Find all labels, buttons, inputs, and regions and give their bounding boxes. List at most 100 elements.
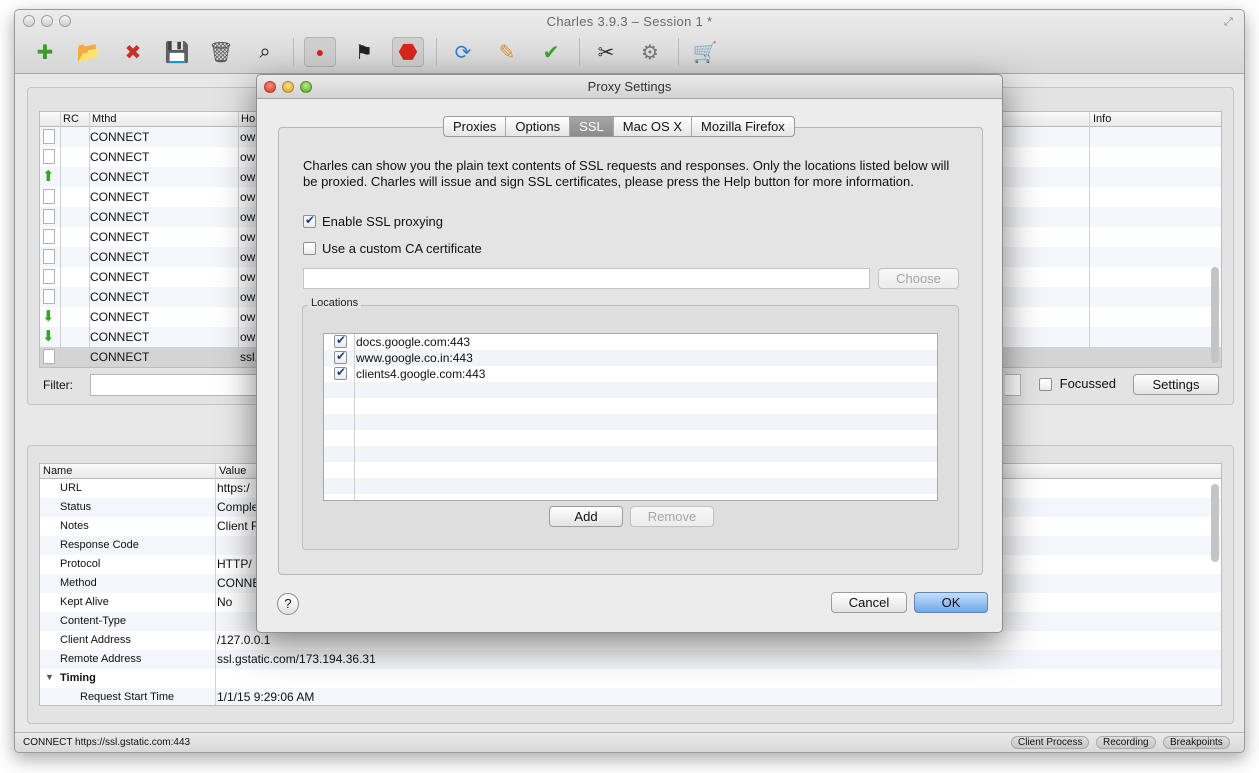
location-enabled-checkbox[interactable]	[334, 334, 347, 348]
proxy-settings-dialog: Proxy Settings Proxies Options SSL Mac O…	[256, 74, 1003, 633]
focussed-option[interactable]: Focussed	[1039, 376, 1116, 392]
window-title: Charles 3.9.3 – Session 1 *	[546, 14, 713, 29]
document-icon	[43, 349, 55, 364]
method-cell: CONNECT	[90, 190, 150, 204]
location-row[interactable]: clients4.google.com:443	[324, 365, 937, 382]
timing-group-row[interactable]: ▼ Timing	[40, 669, 1221, 688]
client-process-button[interactable]: Client Process	[1011, 736, 1090, 749]
ca-certificate-path-input[interactable]	[303, 268, 870, 289]
method-cell: CONNECT	[90, 150, 150, 164]
detail-row[interactable]: Request Start Time 1/1/15 9:29:06 AM	[40, 688, 1221, 705]
method-cell: CONNECT	[90, 270, 150, 284]
details-scrollbar[interactable]	[1211, 484, 1219, 562]
ok-button[interactable]: OK	[914, 592, 988, 613]
column-divider	[354, 334, 355, 500]
breakpoints-button[interactable]: Breakpoints	[1163, 736, 1230, 749]
help-button[interactable]: ?	[277, 593, 299, 615]
detail-value: ssl.gstatic.com/173.194.36.31	[217, 652, 376, 666]
location-row[interactable]: docs.google.com:443	[324, 334, 937, 350]
add-location-button[interactable]: Add	[549, 506, 623, 527]
recording-button[interactable]: Recording	[1096, 736, 1156, 749]
open-icon[interactable]: 📂	[73, 37, 105, 67]
tab-proxies[interactable]: Proxies	[444, 117, 507, 136]
detail-row[interactable]: Remote Address ssl.gstatic.com/173.194.36…	[40, 650, 1221, 669]
find-binoculars-icon[interactable]: ⌕	[249, 37, 281, 67]
detail-name: Status	[60, 501, 92, 513]
document-icon	[43, 149, 55, 164]
edit-pencil-icon[interactable]: ✎	[491, 37, 523, 67]
title-bar: Charles 3.9.3 – Session 1 * ⤢ ✚ 📂 ✖ 💾 🗑 …	[15, 10, 1244, 74]
detail-value: Client F	[217, 519, 259, 533]
detail-name: URL	[60, 482, 83, 494]
settings-button[interactable]: Settings	[1133, 374, 1219, 395]
tab-ssl[interactable]: SSL	[570, 117, 614, 136]
tools-icon[interactable]: ✂	[590, 37, 622, 67]
document-icon	[43, 189, 55, 204]
detail-name: Client Address	[60, 634, 131, 646]
host-cell: ow	[240, 270, 256, 284]
location-row	[324, 446, 937, 462]
dialog-title-bar: Proxy Settings	[257, 75, 1002, 99]
breakpoints-stop-icon[interactable]: ⬣	[392, 37, 424, 67]
toolbar-separator	[579, 38, 580, 66]
tab-options[interactable]: Options	[506, 117, 571, 136]
column-header-rc[interactable]: RC	[63, 113, 79, 125]
detail-value: 1/1/15 9:29:06 AM	[217, 690, 315, 704]
method-cell: CONNECT	[90, 290, 150, 304]
detail-name: Method	[60, 577, 97, 589]
remove-location-button[interactable]: Remove	[630, 506, 714, 527]
column-header-value[interactable]: Value	[219, 465, 246, 477]
filter-label: Filter:	[43, 378, 73, 392]
ssl-description: Charles can show you the plain text cont…	[303, 158, 950, 189]
enable-ssl-option[interactable]: Enable SSL proxying	[303, 213, 443, 229]
enable-ssl-checkbox[interactable]	[303, 213, 316, 229]
detail-value: CONNE	[217, 576, 261, 590]
trash-icon[interactable]: 🗑	[205, 37, 237, 67]
save-icon[interactable]: 💾	[161, 37, 193, 67]
detail-value: Comple	[217, 500, 259, 514]
location-enabled-checkbox[interactable]	[334, 365, 347, 380]
detail-row[interactable]: Client Address/127.0.0.1	[40, 631, 1221, 650]
cancel-button[interactable]: Cancel	[831, 592, 907, 613]
location-row	[324, 382, 937, 398]
column-header-info[interactable]: Info	[1093, 113, 1111, 125]
close-session-icon[interactable]: ✖	[117, 37, 149, 67]
disclosure-triangle-icon[interactable]: ▼	[45, 672, 54, 682]
column-header-method[interactable]: Mthd	[92, 113, 116, 125]
settings-gear-icon[interactable]: ⚙	[634, 37, 666, 67]
column-header-name[interactable]: Name	[43, 465, 72, 477]
location-row	[324, 478, 937, 494]
repeat-icon[interactable]: ⟳	[447, 37, 479, 67]
method-cell: CONNECT	[90, 330, 150, 344]
document-icon	[43, 229, 55, 244]
detail-name: Protocol	[60, 558, 101, 570]
detail-name: Request Start Time	[80, 691, 175, 703]
tab-mozilla-firefox[interactable]: Mozilla Firefox	[692, 117, 794, 136]
sessions-scrollbar[interactable]	[1211, 267, 1219, 363]
status-text: CONNECT https://ssl.gstatic.com:443	[23, 737, 191, 748]
tab-mac-os-x[interactable]: Mac OS X	[614, 117, 692, 136]
fullscreen-icon[interactable]: ⤢	[1224, 16, 1236, 28]
custom-ca-label: Use a custom CA certificate	[322, 241, 482, 256]
method-cell: CONNECT	[90, 230, 150, 244]
new-session-icon[interactable]: ✚	[29, 37, 61, 67]
filter-input[interactable]	[90, 374, 260, 396]
filter-input-end[interactable]	[1005, 374, 1021, 396]
document-icon	[43, 209, 55, 224]
record-icon[interactable]: ●	[304, 37, 336, 67]
toolbar-separator	[293, 38, 294, 66]
detail-value: https:/	[217, 481, 250, 495]
shopping-basket-icon[interactable]: 🛒	[689, 37, 721, 67]
choose-button[interactable]: Choose	[878, 268, 959, 289]
column-header-host[interactable]: Ho	[241, 113, 255, 125]
throttle-flag-icon[interactable]: ⚑	[348, 37, 380, 67]
location-row[interactable]: www.google.co.in:443	[324, 349, 937, 366]
focussed-checkbox[interactable]	[1039, 378, 1052, 392]
custom-ca-option[interactable]: Use a custom CA certificate	[303, 241, 482, 256]
detail-name: Response Code	[60, 539, 139, 551]
locations-list: docs.google.com:443 www.google.co.in:443 c…	[323, 333, 938, 501]
custom-ca-checkbox[interactable]	[303, 242, 316, 256]
validate-check-icon[interactable]: ✔	[535, 37, 567, 67]
status-bar: CONNECT https://ssl.gstatic.com:443 Clie…	[15, 732, 1244, 752]
location-enabled-checkbox[interactable]	[334, 349, 347, 364]
